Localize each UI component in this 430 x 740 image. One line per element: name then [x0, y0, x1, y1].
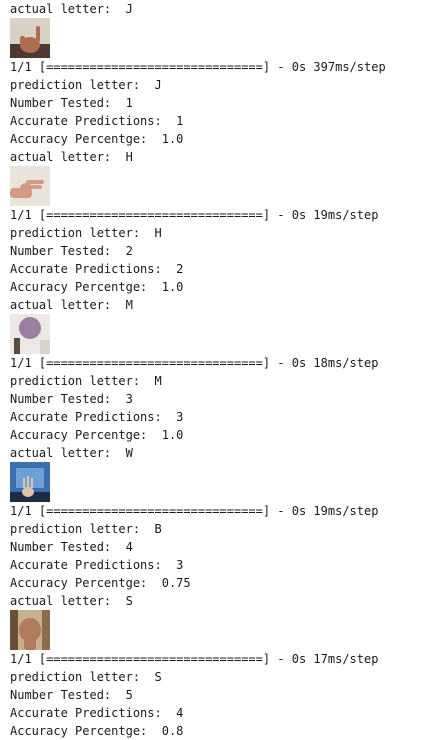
hand-sign-M-icon — [10, 314, 50, 354]
prediction-letter-line: prediction letter: H — [10, 226, 162, 240]
hand-sign-image — [10, 610, 50, 650]
accuracy-line: Accuracy Percentge: 0.8 — [10, 724, 184, 738]
accuracy-line: Accuracy Percentge: 0.75 — [10, 576, 191, 590]
actual-letter-line: actual letter: W — [10, 446, 133, 460]
number-tested-line: Number Tested: 2 — [10, 244, 133, 258]
accuracy-line: Accuracy Percentge: 1.0 — [10, 428, 184, 442]
number-tested-line: Number Tested: 4 — [10, 540, 133, 554]
progress-line: 1/1 [==============================] - 0… — [10, 504, 379, 518]
prediction-letter-line: prediction letter: J — [10, 78, 162, 92]
hand-sign-W-icon — [10, 462, 50, 502]
accurate-predictions-line: Accurate Predictions: 1 — [10, 114, 184, 128]
actual-letter-line: actual letter: H — [10, 150, 133, 164]
accuracy-line: Accuracy Percentge: 1.0 — [10, 280, 184, 294]
hand-sign-image — [10, 314, 50, 354]
progress-line: 1/1 [==============================] - 0… — [10, 60, 386, 74]
hand-sign-image — [10, 462, 50, 502]
actual-letter-line: actual letter: M — [10, 298, 133, 312]
hand-sign-H-icon — [10, 166, 50, 206]
hand-sign-image — [10, 18, 50, 58]
number-tested-line: Number Tested: 3 — [10, 392, 133, 406]
accurate-predictions-line: Accurate Predictions: 4 — [10, 706, 184, 720]
accuracy-line: Accuracy Percentge: 1.0 — [10, 132, 184, 146]
hand-sign-S-icon — [10, 610, 50, 650]
hand-sign-image — [10, 166, 50, 206]
accurate-predictions-line: Accurate Predictions: 3 — [10, 558, 184, 572]
progress-line: 1/1 [==============================] - 0… — [10, 652, 379, 666]
progress-line: 1/1 [==============================] - 0… — [10, 356, 379, 370]
hand-sign-J-icon — [10, 18, 50, 58]
prediction-letter-line: prediction letter: M — [10, 374, 162, 388]
accurate-predictions-line: Accurate Predictions: 3 — [10, 410, 184, 424]
accurate-predictions-line: Accurate Predictions: 2 — [10, 262, 184, 276]
prediction-letter-line: prediction letter: B — [10, 522, 162, 536]
actual-letter-line: actual letter: S — [10, 594, 133, 608]
number-tested-line: Number Tested: 1 — [10, 96, 133, 110]
prediction-letter-line: prediction letter: S — [10, 670, 162, 684]
number-tested-line: Number Tested: 5 — [10, 688, 133, 702]
notebook-output: actual letter: J 1/1 [===================… — [10, 0, 426, 740]
progress-line: 1/1 [==============================] - 0… — [10, 208, 379, 222]
actual-letter-line: actual letter: J — [10, 2, 133, 16]
